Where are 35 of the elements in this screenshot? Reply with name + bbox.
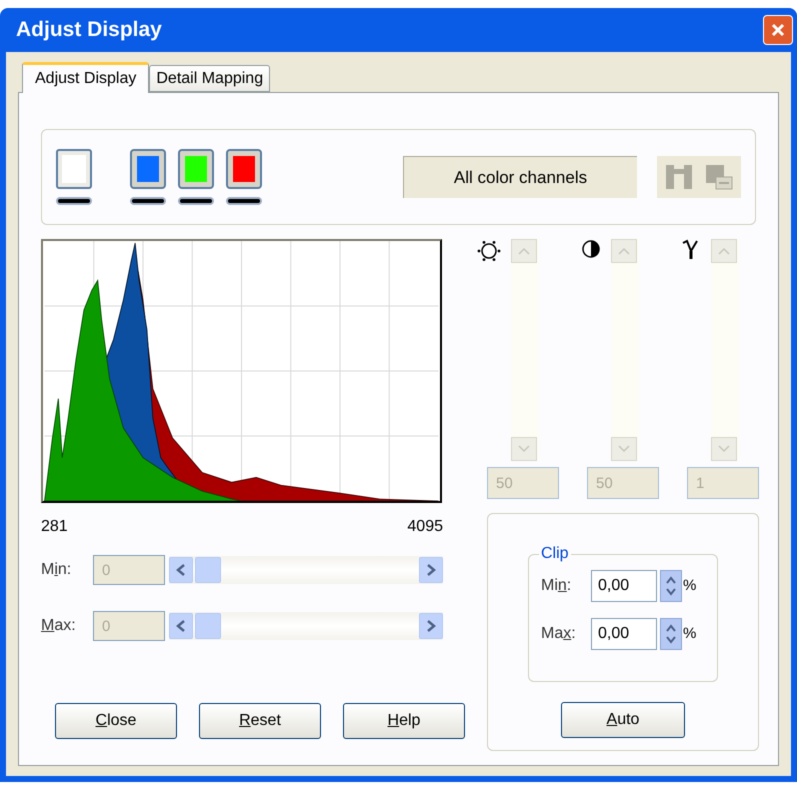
range-label: Min:: [41, 560, 72, 580]
clip-title: Clip: [540, 544, 570, 564]
channel-indicator: [130, 197, 166, 205]
channel-indicator: [178, 197, 214, 205]
channel-button[interactable]: [226, 149, 262, 189]
close-button[interactable]: [763, 15, 793, 45]
dialog-button[interactable]: Close: [55, 703, 177, 739]
percent-sign: %: [683, 576, 696, 596]
clip-label: Max:: [541, 624, 577, 644]
channel-button[interactable]: [56, 149, 92, 189]
channel-button[interactable]: [130, 149, 166, 189]
window-title: Adjust Display: [15, 17, 162, 44]
contrast-icon: [581, 239, 601, 259]
channel-indicator: [56, 197, 92, 205]
tab[interactable]: Adjust Display: [22, 62, 150, 93]
up-down-arrows-icon: [665, 622, 677, 646]
close-icon: [770, 22, 786, 38]
clip-value-field[interactable]: 0,00: [591, 618, 657, 650]
sun-icon: [477, 239, 501, 263]
auto-button[interactable]: Auto: [561, 702, 685, 738]
channel-button[interactable]: [178, 149, 214, 189]
channel-indicator: [226, 197, 262, 205]
clip-label: Min:: [541, 576, 572, 596]
dialog-button[interactable]: Help: [343, 703, 465, 739]
spin-button[interactable]: [660, 618, 682, 650]
clip-value-field[interactable]: 0,00: [591, 570, 657, 602]
percent-sign: %: [683, 624, 696, 644]
spin-button[interactable]: [660, 570, 682, 602]
channel-label: All color channels: [403, 156, 637, 198]
histogram-min-label: 281: [41, 517, 68, 537]
tab[interactable]: Detail Mapping: [149, 65, 270, 92]
up-down-arrows-icon: [665, 574, 677, 598]
dialog-button[interactable]: Reset: [199, 703, 321, 739]
histogram-max-label: 4095: [407, 517, 443, 537]
range-label: Max:: [41, 616, 77, 636]
